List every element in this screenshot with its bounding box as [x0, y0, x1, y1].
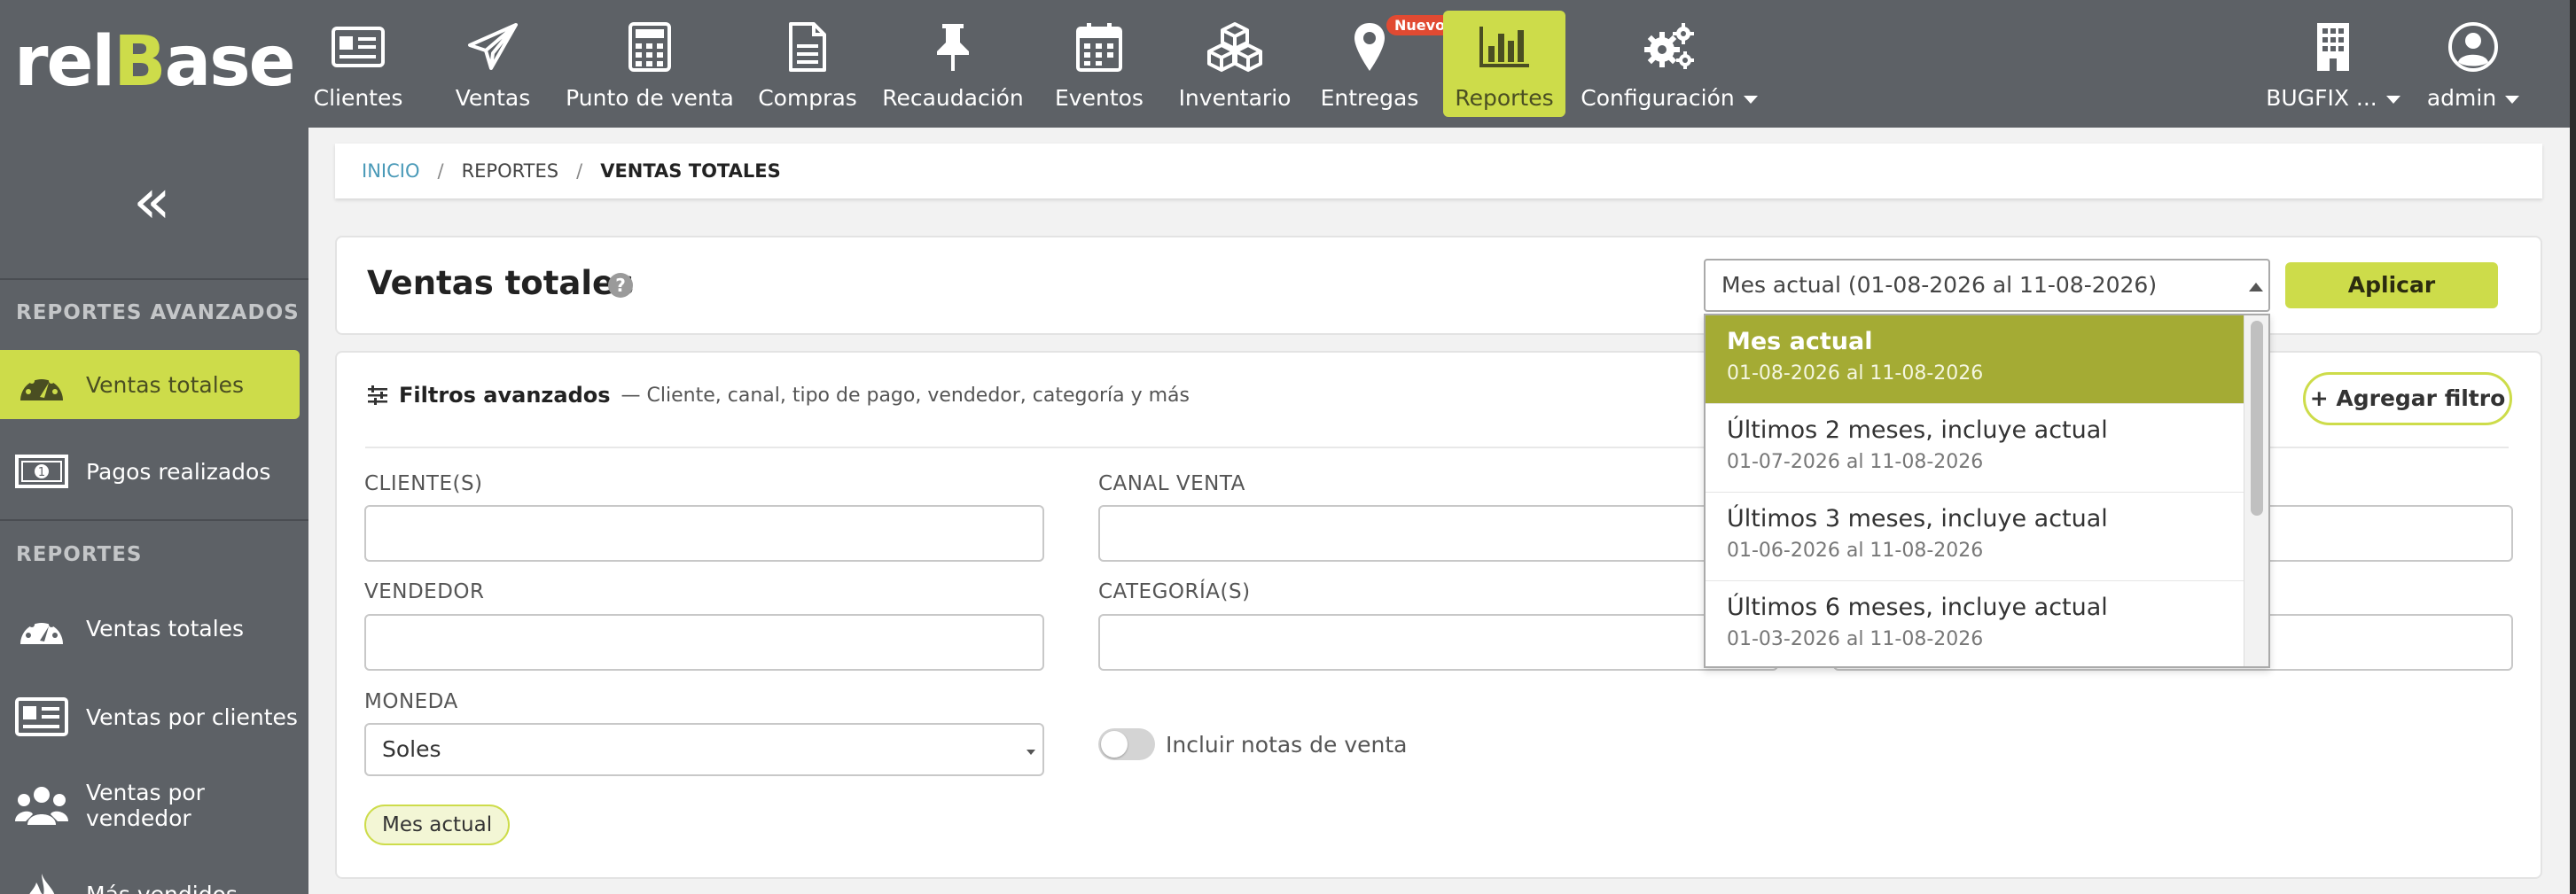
company-menu[interactable]: BUGFIX ...: [2266, 11, 2400, 117]
clientes-label: CLIENTE(S): [364, 472, 483, 495]
bar-chart-icon: [1473, 19, 1535, 74]
chevron-down-icon: [2385, 95, 2400, 104]
sidebar-item-mas-vendidos[interactable]: Más vendidos: [0, 859, 300, 894]
breadcrumb-current: VENTAS TOTALES: [600, 160, 781, 182]
building-icon: [2302, 19, 2364, 74]
calculator-icon: [619, 19, 681, 74]
sidebar-item-ventas-totales[interactable]: Ventas totales: [0, 594, 300, 663]
pin-icon: [922, 19, 984, 74]
collapse-sidebar-icon[interactable]: «: [133, 170, 171, 232]
canal-venta-label: CANAL VENTA: [1098, 472, 1245, 495]
user-avatar-icon: [2442, 19, 2504, 74]
id-card-icon: [15, 695, 68, 739]
divider: [0, 278, 308, 280]
moneda-label: MONEDA: [364, 690, 458, 713]
period-option[interactable]: Mes actual 01-08-2026 al 11-08-2026: [1706, 315, 2245, 404]
svg-text:1: 1: [38, 466, 45, 479]
top-navbar: relBase Clientes Ventas Punto de venta C…: [0, 0, 2576, 128]
sidebar-item-pagos-realizados[interactable]: 1 Pagos realizados: [0, 437, 300, 506]
incluir-notas-label: Incluir notas de venta: [1166, 732, 1408, 758]
period-option[interactable]: Últimos 2 meses, incluye actual 01-07-20…: [1706, 404, 2245, 493]
calendar-icon: [1068, 19, 1130, 74]
breadcrumb: INICIO / REPORTES / VENTAS TOTALES: [335, 144, 2542, 198]
flame-icon: [15, 872, 68, 894]
nav-clientes[interactable]: Clientes: [314, 11, 402, 117]
nav-compras[interactable]: Compras: [758, 11, 857, 117]
sidebar-item-ventas-por-clientes[interactable]: Ventas por clientes: [0, 682, 300, 751]
document-icon: [777, 19, 839, 74]
page-scrollbar[interactable]: [2570, 0, 2576, 894]
filters-header[interactable]: Filtros avanzados — Cliente, canal, tipo…: [367, 383, 1190, 408]
sidebar-section-reports: REPORTES: [16, 543, 143, 566]
speedometer-icon: [15, 606, 68, 650]
vendedor-input[interactable]: [364, 614, 1044, 671]
vendedor-label: VENDEDOR: [364, 580, 485, 603]
chevron-down-icon: [1743, 95, 1758, 104]
nav-eventos[interactable]: Eventos: [1055, 11, 1144, 117]
nav-ventas[interactable]: Ventas: [450, 11, 535, 117]
categoria-label: CATEGORÍA(S): [1098, 580, 1251, 603]
add-filter-button[interactable]: + Agregar filtro: [2303, 372, 2512, 425]
chevron-down-icon: [1026, 750, 1035, 755]
nav-punto-de-venta[interactable]: Punto de venta: [566, 11, 734, 117]
sidebar-section-advanced: REPORTES AVANZADOS: [16, 301, 300, 324]
sidebar-item-ventas-por-vendedor[interactable]: Ventas por vendedor: [0, 771, 300, 840]
nav-recaudacion[interactable]: Recaudación: [882, 11, 1024, 117]
users-icon: [15, 783, 68, 828]
nav-reportes[interactable]: Reportes: [1443, 11, 1565, 117]
filters-description: — Cliente, canal, tipo de pago, vendedor…: [621, 384, 1190, 407]
apply-button[interactable]: Aplicar: [2285, 262, 2498, 308]
period-dropdown: Mes actual 01-08-2026 al 11-08-2026 Últi…: [1704, 314, 2270, 668]
relbase-logo[interactable]: relBase: [14, 27, 296, 97]
canal-venta-input[interactable]: [1098, 505, 1778, 562]
paper-plane-icon: [462, 19, 524, 74]
breadcrumb-home[interactable]: INICIO: [362, 160, 419, 182]
id-card-icon: [327, 19, 389, 74]
filters-title: Filtros avanzados: [399, 383, 611, 408]
nav-inventario[interactable]: Inventario: [1179, 11, 1291, 117]
active-filter-chip[interactable]: Mes actual: [364, 805, 511, 845]
period-option[interactable]: Últimos 3 meses, incluye actual 01-06-20…: [1706, 493, 2245, 581]
help-icon[interactable]: ?: [608, 273, 633, 298]
speedometer-icon: [15, 362, 68, 407]
incluir-notas-toggle[interactable]: [1098, 728, 1155, 760]
sliders-icon: [368, 385, 387, 405]
categoria-input[interactable]: [1098, 614, 1778, 671]
clientes-input[interactable]: [364, 505, 1044, 562]
divider: [0, 519, 308, 521]
dropdown-scrollbar[interactable]: [2244, 315, 2268, 666]
boxes-icon: [1204, 19, 1266, 74]
chevron-down-icon: [2505, 95, 2520, 104]
nav-entregas[interactable]: Entregas Nuevo: [1321, 11, 1454, 117]
chevron-up-icon: [2249, 283, 2263, 292]
user-menu[interactable]: admin: [2424, 11, 2523, 117]
period-option[interactable]: Últimos 6 meses, incluye actual 01-03-20…: [1706, 581, 2245, 666]
breadcrumb-reportes[interactable]: REPORTES: [462, 160, 559, 182]
sidebar-item-ventas-totales-avanzado[interactable]: Ventas totales: [0, 350, 300, 419]
period-select[interactable]: Mes actual (01-08-2026 al 11-08-2026): [1704, 259, 2270, 312]
gears-icon: [1638, 19, 1700, 74]
banknote-icon: 1: [15, 449, 68, 494]
sidebar: « REPORTES AVANZADOS Ventas totales 1 Pa…: [0, 128, 308, 894]
page-title: Ventas totales: [367, 264, 635, 302]
moneda-select[interactable]: Soles: [364, 723, 1044, 776]
nav-configuracion[interactable]: Configuración: [1581, 11, 1758, 117]
